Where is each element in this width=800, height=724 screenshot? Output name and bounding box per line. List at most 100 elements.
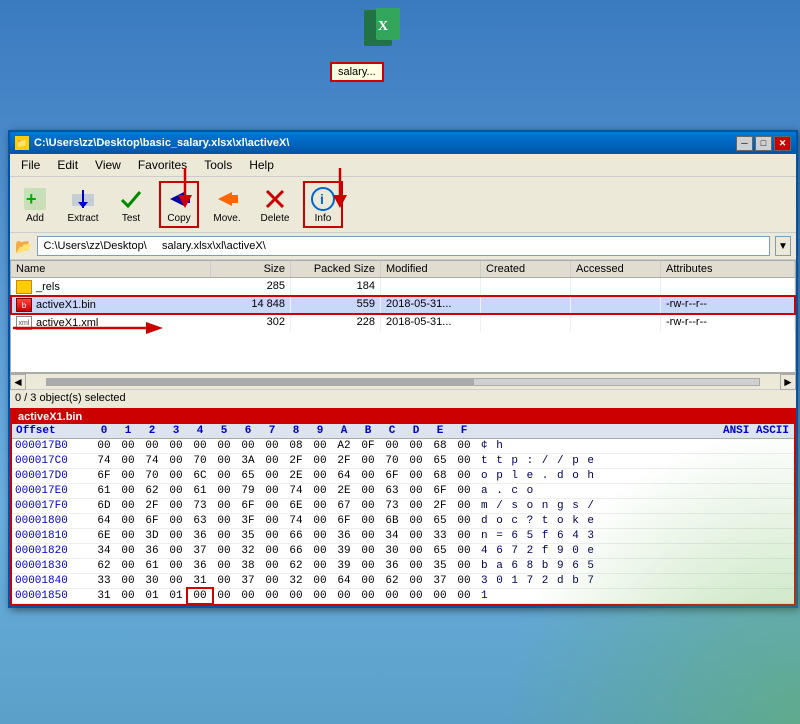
col-packed[interactable]: Packed Size [291, 261, 381, 277]
copy-button[interactable]: Copy [159, 181, 199, 228]
minimize-button[interactable]: ─ [736, 136, 753, 151]
table-row[interactable]: b activeX1.bin 14 848 559 2018-05-31... … [11, 296, 795, 314]
hex-col-E: E [428, 425, 452, 437]
close-button[interactable]: ✕ [774, 136, 791, 151]
hex-offset: 000017E0 [12, 484, 92, 498]
menu-tools[interactable]: Tools [198, 156, 238, 174]
scroll-right[interactable]: ► [780, 374, 796, 390]
hex-data-row: 00001850 3100010100000000000000000000000… [12, 589, 794, 604]
maximize-button[interactable]: □ [755, 136, 772, 151]
address-dropdown[interactable]: ▼ [775, 236, 791, 256]
move-button[interactable]: Move. [207, 185, 247, 224]
hex-data-row: 00001810 6E003D0036003500660036003400330… [12, 529, 794, 544]
hex-header-row: Offset 0 1 2 3 4 5 6 7 8 9 A B C D E F [12, 424, 794, 439]
hex-col-5: 5 [212, 425, 236, 437]
table-row[interactable]: xml activeX1.xml 302 228 2018-05-31... -… [11, 314, 795, 332]
info-button[interactable]: i Info [303, 181, 343, 228]
hex-offset: 00001800 [12, 514, 92, 528]
hex-col-6: 6 [236, 425, 260, 437]
main-window: 📁 C:\Users\zz\Desktop\basic_salary.xlsx\… [8, 130, 798, 608]
desktop: X salary... 📁 C:\Users\zz\Desktop\basic_… [0, 0, 800, 724]
file-size: 302 [211, 314, 291, 332]
scroll-thumb[interactable] [47, 379, 474, 385]
col-attrs[interactable]: Attributes [661, 261, 795, 277]
file-size: 285 [211, 278, 291, 296]
hex-data-row: 000017B0 00000000000000000800A20F0000680… [12, 439, 794, 454]
hex-ansi-header: ANSI ASCII [476, 425, 794, 437]
table-row[interactable]: _rels 285 184 [11, 278, 795, 296]
address-icon: 📂 [15, 238, 32, 255]
file-name-cell: b activeX1.bin [11, 296, 211, 314]
window-title: C:\Users\zz\Desktop\basic_salary.xlsx\xl… [34, 137, 289, 149]
hex-title: activeX1.bin [12, 410, 794, 424]
test-svg [118, 186, 144, 212]
hex-data-row: 000017D0 6F0070006C0065002E0064006F00680… [12, 469, 794, 484]
status-bar: 0 / 3 object(s) selected [10, 389, 796, 406]
hex-col-F: F [452, 425, 476, 437]
hex-data-row: 00001820 3400360037003200660039003000650… [12, 544, 794, 559]
horizontal-scrollbar[interactable]: ◄ ► [10, 373, 796, 389]
add-button[interactable]: + Add [15, 185, 55, 224]
hex-data-row: 00001800 64006F0063003F0074006F006B00650… [12, 514, 794, 529]
col-name[interactable]: Name [11, 261, 211, 277]
file-created [481, 278, 571, 296]
delete-label: Delete [261, 213, 290, 224]
test-icon [117, 185, 145, 213]
hex-offset: 00001840 [12, 574, 92, 588]
hex-col-1: 1 [116, 425, 140, 437]
status-text: 0 / 3 object(s) selected [15, 392, 126, 404]
file-list: Name Size Packed Size Modified Created A… [10, 260, 796, 373]
hex-col-7: 7 [260, 425, 284, 437]
col-accessed[interactable]: Accessed [571, 261, 661, 277]
menu-edit[interactable]: Edit [51, 156, 84, 174]
col-size[interactable]: Size [211, 261, 291, 277]
salary-label: salary... [338, 66, 376, 78]
file-modified: 2018-05-31... [381, 314, 481, 332]
hex-offset: 000017F0 [12, 499, 92, 513]
delete-button[interactable]: Delete [255, 185, 295, 224]
address-bar: 📂 ▼ [10, 233, 796, 260]
file-name: activeX1.bin [36, 299, 96, 311]
hex-offset: 00001850 [12, 589, 92, 603]
title-bar: 📁 C:\Users\zz\Desktop\basic_salary.xlsx\… [10, 132, 796, 154]
address-input[interactable] [37, 236, 770, 256]
file-name-cell: _rels [11, 278, 211, 296]
hex-col-9: 9 [308, 425, 332, 437]
test-button[interactable]: Test [111, 185, 151, 224]
hex-offset: 00001830 [12, 559, 92, 573]
delete-svg [262, 186, 288, 212]
hex-data-row: 00001830 6200610036003800620039003600350… [12, 559, 794, 574]
hex-filename: activeX1.bin [18, 411, 82, 423]
move-label: Move. [213, 213, 240, 224]
add-icon: + [21, 185, 49, 213]
menu-favorites[interactable]: Favorites [132, 156, 193, 174]
scroll-track[interactable] [46, 378, 760, 386]
hex-col-B: B [356, 425, 380, 437]
excel-svg: X [360, 8, 404, 52]
desktop-excel-icon[interactable]: X [352, 8, 412, 52]
empty-space [11, 332, 795, 372]
hex-offset: 00001810 [12, 529, 92, 543]
svg-text:+: + [26, 189, 37, 209]
hex-offset: 000017D0 [12, 469, 92, 483]
col-created[interactable]: Created [481, 261, 571, 277]
file-accessed [571, 296, 661, 314]
menu-view[interactable]: View [89, 156, 127, 174]
hex-col-3: 3 [164, 425, 188, 437]
menu-file[interactable]: File [15, 156, 46, 174]
menu-help[interactable]: Help [243, 156, 280, 174]
extract-button[interactable]: Extract [63, 185, 103, 224]
info-label: Info [315, 213, 332, 224]
hex-data-row: 00001840 3300300031003700320064006200370… [12, 574, 794, 589]
svg-text:X: X [378, 19, 388, 34]
file-list-header: Name Size Packed Size Modified Created A… [11, 261, 795, 278]
add-label: Add [26, 213, 44, 224]
scroll-left[interactable]: ◄ [10, 374, 26, 390]
file-name: activeX1.xml [36, 317, 98, 329]
extract-svg [70, 186, 96, 212]
col-modified[interactable]: Modified [381, 261, 481, 277]
hex-col-D: D [404, 425, 428, 437]
hex-col-0: 0 [92, 425, 116, 437]
hex-col-C: C [380, 425, 404, 437]
title-bar-controls: ─ □ ✕ [736, 136, 791, 151]
